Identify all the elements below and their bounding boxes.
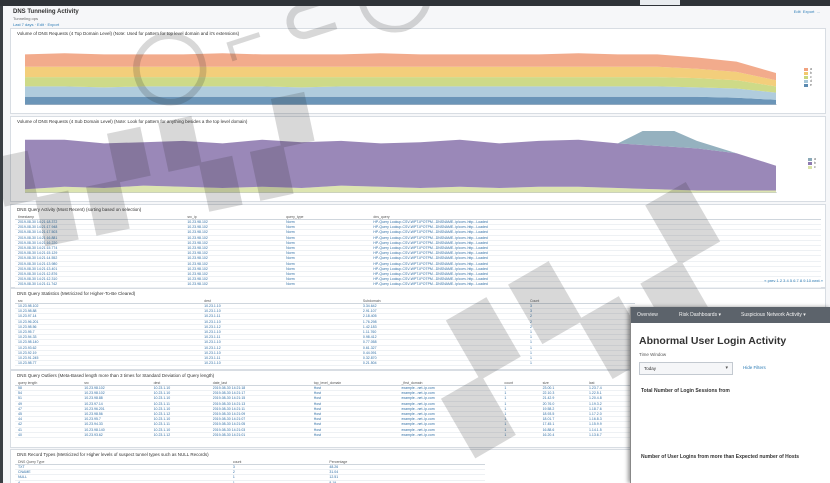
legend-swatch bbox=[804, 83, 808, 87]
outliers-title: DNS Query Outliers (Meta-Based length mo… bbox=[17, 373, 215, 378]
sub-domain-area-chart bbox=[25, 131, 777, 193]
top-domain-legend: abcde bbox=[804, 67, 812, 87]
table-cell: 2019-08-30 14:21:01 bbox=[209, 432, 311, 439]
nav-risk-dashboards[interactable]: Risk Dashboards ▾ bbox=[679, 312, 721, 318]
table-row[interactable]: 10.23.98.77 10.23.1.10 0.21.504 1 bbox=[15, 360, 635, 367]
queries-pager[interactable]: « prev 1 2 3 4 5 6 7 8 9 10 next » bbox=[764, 278, 823, 283]
table-cell: 1 bbox=[501, 432, 540, 439]
table-cell: 1.13.6.7 bbox=[586, 432, 635, 439]
abnormal-login-window: Overview Risk Dashboards ▾ Suspicious Ne… bbox=[630, 307, 830, 483]
nav-suspicious-network[interactable]: Suspicious Network Activity ▾ bbox=[741, 312, 806, 318]
time-window-label: Time Window bbox=[639, 352, 667, 357]
top-search-field[interactable] bbox=[640, 0, 680, 5]
queries-title: DNS Query Activity (Most Recent) (sortin… bbox=[17, 207, 142, 212]
export-button[interactable]: Export bbox=[803, 9, 815, 14]
dashboard-subtitle: Tunneling ops bbox=[13, 16, 38, 21]
table-cell: 10.23.1.10 bbox=[201, 360, 360, 367]
table-cell: Host bbox=[310, 432, 399, 439]
user-logins-heading: Number of User Logins from more than Exp… bbox=[641, 454, 800, 460]
queries-table: timestamp src_ip query_type dns_query 2019-0… bbox=[15, 214, 821, 293]
table-cell: 10.23.98.77 bbox=[15, 360, 202, 367]
outliers-table: query length src dest date_last top_level_do… bbox=[15, 380, 635, 439]
header-actions: Edit Export ... bbox=[794, 9, 820, 14]
sub-domain-title: Volume of DNS Requests (4 Sub Domain Lev… bbox=[17, 119, 248, 124]
table-cell: 16.20.4 bbox=[539, 432, 586, 439]
table-cell: example...net..ip.com bbox=[398, 432, 502, 439]
legend-swatch bbox=[808, 165, 812, 169]
link-edit[interactable]: Edit bbox=[37, 22, 44, 27]
sub-domain-legend: abc bbox=[808, 157, 816, 169]
edit-button[interactable]: Edit bbox=[794, 9, 801, 14]
sub-domain-panel: Volume of DNS Requests (4 Sub Domain Lev… bbox=[10, 116, 826, 202]
types-table: DNS Query Type count Percentage TXT 3 48.26 CN… bbox=[15, 459, 485, 483]
table-cell: 10.23.1.12 bbox=[150, 432, 210, 439]
dashboard-title: DNS Tunneling Activity bbox=[13, 9, 79, 15]
length-title: DNS Query Statistics (Metricized for Hig… bbox=[17, 291, 136, 296]
table-cell: 1 bbox=[526, 360, 635, 367]
top-domain-area-chart bbox=[25, 53, 777, 105]
legend-label: c bbox=[814, 165, 816, 169]
top-domain-panel: Volume of DNS Requests (4 Top Domain Lev… bbox=[10, 28, 826, 114]
overlay-nav: Overview Risk Dashboards ▾ Suspicious Ne… bbox=[631, 307, 830, 323]
area-series-1[interactable] bbox=[25, 139, 776, 191]
length-table: src dest Subdomain Count 10.23.98.102 10.23.1… bbox=[15, 298, 635, 367]
time-window-select[interactable]: Today ▾ bbox=[639, 362, 733, 375]
chevron-down-icon: ▾ bbox=[725, 365, 728, 371]
table-cell: 0.21.504 bbox=[359, 360, 527, 367]
hide-filters-link[interactable]: Hide Filters bbox=[743, 365, 766, 370]
queries-panel: DNS Query Activity (Most Recent) (sortin… bbox=[10, 204, 826, 293]
area-series-0[interactable] bbox=[25, 96, 776, 105]
link-time-range[interactable]: Last 7 days bbox=[13, 22, 33, 27]
table-cell: 10.23.93.62 bbox=[81, 432, 151, 439]
overlay-page-title: Abnormal User Login Activity bbox=[639, 335, 787, 347]
more-button[interactable]: ... bbox=[817, 9, 820, 14]
top-domain-title: Volume of DNS Requests (4 Top Domain Lev… bbox=[17, 31, 240, 36]
types-title: DNS Record Types (Metricized for Higher … bbox=[17, 452, 209, 457]
table-row[interactable]: 40 10.23.93.62 10.23.1.12 2019-08-30 14:21:… bbox=[15, 432, 635, 439]
table-cell: 40 bbox=[15, 432, 82, 439]
legend-item[interactable]: c bbox=[808, 165, 816, 169]
time-window-value: Today bbox=[644, 366, 657, 371]
link-export[interactable]: Export bbox=[48, 22, 60, 27]
nav-overview[interactable]: Overview bbox=[637, 312, 658, 318]
login-sessions-heading: Total Number of Login Sessions from bbox=[641, 388, 730, 394]
dashboard-links: Last 7 days · Edit · Export bbox=[13, 22, 60, 27]
legend-label: e bbox=[810, 83, 812, 87]
legend-item[interactable]: e bbox=[804, 83, 812, 87]
